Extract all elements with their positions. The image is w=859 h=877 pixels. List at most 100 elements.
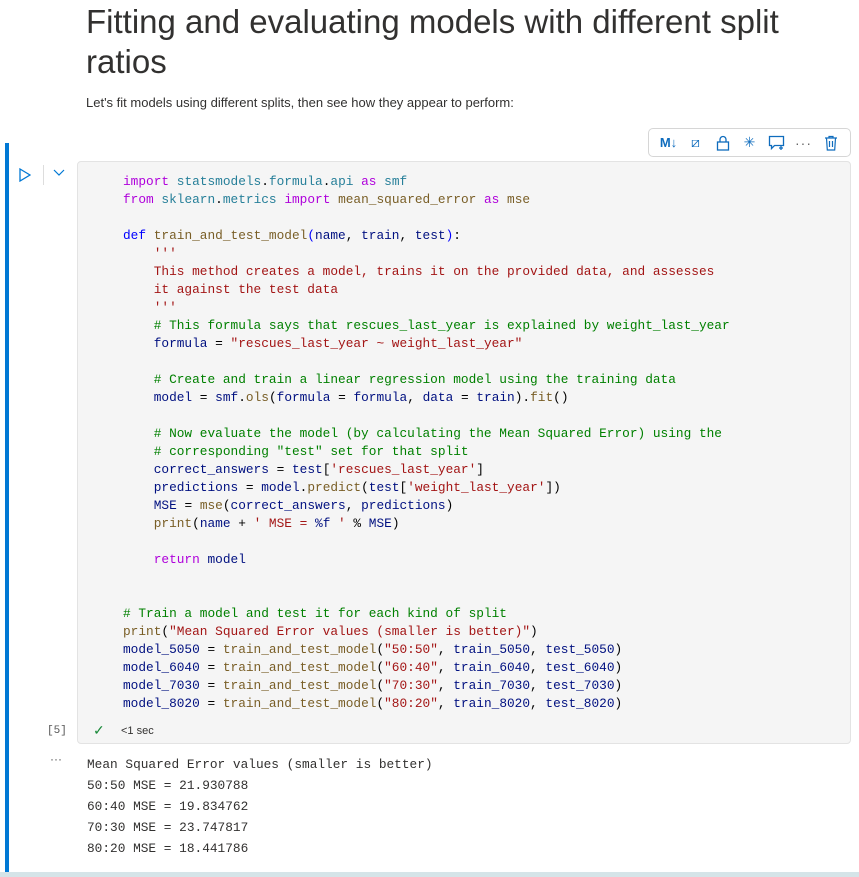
code-token: '	[330, 516, 346, 531]
markdown-icon: M↓	[659, 135, 678, 150]
code-token: (	[376, 678, 385, 693]
code-token: ()	[553, 390, 569, 405]
code-token: model_6040	[123, 660, 200, 675]
code-token: import	[284, 192, 331, 207]
code-token: test_7030	[545, 678, 615, 693]
code-token: formula	[353, 390, 408, 405]
divider	[43, 165, 44, 185]
code-token: ).	[514, 390, 531, 405]
code-token: =	[268, 462, 292, 477]
snowflake-icon: ✳	[743, 134, 756, 150]
code-token: (	[376, 660, 385, 675]
code-token: train_and_test_model	[222, 660, 377, 675]
code-token: MSE	[123, 498, 177, 513]
code-token: model_7030	[123, 678, 200, 693]
bottom-border	[0, 872, 859, 877]
code-token: model	[261, 480, 300, 495]
code-line: # Now evaluate the model (by calculating…	[123, 425, 730, 443]
code-token: (	[361, 480, 369, 495]
code-token: "80:20"	[384, 696, 438, 711]
code-line: def train_and_test_model(name, train, te…	[123, 227, 730, 245]
clear-output-icon: ⧄	[691, 134, 700, 150]
output-line: 80:20 MSE = 18.441786	[87, 841, 249, 856]
code-line: import statsmodels.formula.api as smf	[123, 173, 730, 191]
code-line: # corresponding "test" set for that spli…	[123, 443, 730, 461]
code-token: ,	[399, 228, 415, 243]
code-token: ,	[530, 642, 546, 657]
active-cell-indicator	[5, 143, 9, 873]
code-token: mse	[507, 192, 531, 207]
code-content[interactable]: import statsmodels.formula.api as smf fro…	[123, 173, 730, 713]
code-token: "50:50"	[384, 642, 438, 657]
output-line: Mean Squared Error values (smaller is be…	[87, 757, 433, 772]
code-token: (	[192, 516, 200, 531]
code-token: predictions	[361, 498, 446, 513]
delete-cell-button[interactable]	[821, 133, 841, 153]
code-token: # This formula says that rescues_last_ye…	[123, 318, 730, 333]
code-token: (	[268, 390, 277, 405]
add-comment-button[interactable]	[767, 133, 787, 153]
clear-output-button[interactable]: ⧄	[686, 133, 706, 153]
code-token: )	[614, 696, 623, 711]
code-line: # This formula says that rescues_last_ye…	[123, 317, 730, 335]
code-token: )	[614, 678, 623, 693]
code-token: ,	[437, 660, 454, 675]
freeze-cell-button[interactable]: ✳	[740, 133, 760, 153]
more-actions-button[interactable]: ···	[794, 133, 814, 153]
code-line: model_6040 = train_and_test_model("60:40…	[123, 659, 730, 677]
collapse-cell-button[interactable]	[53, 165, 65, 180]
code-token: test	[414, 228, 446, 243]
code-token: 'rescues_last_year'	[330, 462, 477, 477]
lock-cell-button[interactable]	[713, 133, 733, 153]
code-token: =	[238, 480, 262, 495]
code-token: test_8020	[545, 696, 615, 711]
code-token: api	[330, 174, 354, 189]
code-token: train_and_test_model	[222, 678, 377, 693]
code-token: MSE	[368, 516, 392, 531]
code-token: "60:40"	[384, 660, 438, 675]
code-token: print	[123, 624, 162, 639]
code-token: ]	[476, 462, 484, 477]
code-line: '''	[123, 245, 730, 263]
code-token: =	[453, 390, 477, 405]
code-token: print	[123, 516, 193, 531]
code-token: train_5050	[453, 642, 531, 657]
code-token: (	[376, 642, 385, 657]
code-token: formula	[276, 390, 331, 405]
output-more-button[interactable]: ···	[50, 752, 62, 766]
code-token: ,	[345, 228, 362, 243]
code-line: predictions = model.predict(test['weight…	[123, 479, 730, 497]
code-token: ' MSE =	[253, 516, 316, 531]
code-token: test	[291, 462, 323, 477]
code-token: ,	[345, 498, 362, 513]
code-token: train_8020	[453, 696, 531, 711]
code-token: %f	[315, 516, 331, 531]
execution-count: [5]	[47, 725, 67, 737]
code-token: correct_answers	[230, 498, 346, 513]
code-line: model_5050 = train_and_test_model("50:50…	[123, 641, 730, 659]
code-token: correct_answers	[123, 462, 269, 477]
code-line: model_8020 = train_and_test_model("80:20…	[123, 695, 730, 713]
cell-output: Mean Squared Error values (smaller is be…	[87, 756, 433, 861]
code-token: :	[453, 228, 461, 243]
lock-icon	[716, 135, 729, 151]
code-token: model_5050	[123, 642, 200, 657]
code-token: statsmodels	[176, 174, 262, 189]
code-token: (	[161, 624, 170, 639]
run-cell-button[interactable]	[19, 167, 32, 186]
code-line: model_7030 = train_and_test_model("70:30…	[123, 677, 730, 695]
play-icon	[19, 167, 32, 183]
markdown-toggle-button[interactable]: M↓	[659, 133, 679, 153]
code-token: # Train a model and test it for each kin…	[123, 606, 507, 621]
code-token: (	[222, 498, 231, 513]
code-token: as	[361, 174, 377, 189]
code-token: (	[376, 696, 385, 711]
code-editor[interactable]: import statsmodels.formula.api as smf fro…	[77, 161, 851, 744]
code-token: =	[199, 696, 223, 711]
code-token: # corresponding "test" set for that spli…	[123, 444, 469, 459]
comment-icon	[768, 135, 784, 150]
code-token: sklearn	[161, 192, 216, 207]
code-token: data	[422, 390, 454, 405]
